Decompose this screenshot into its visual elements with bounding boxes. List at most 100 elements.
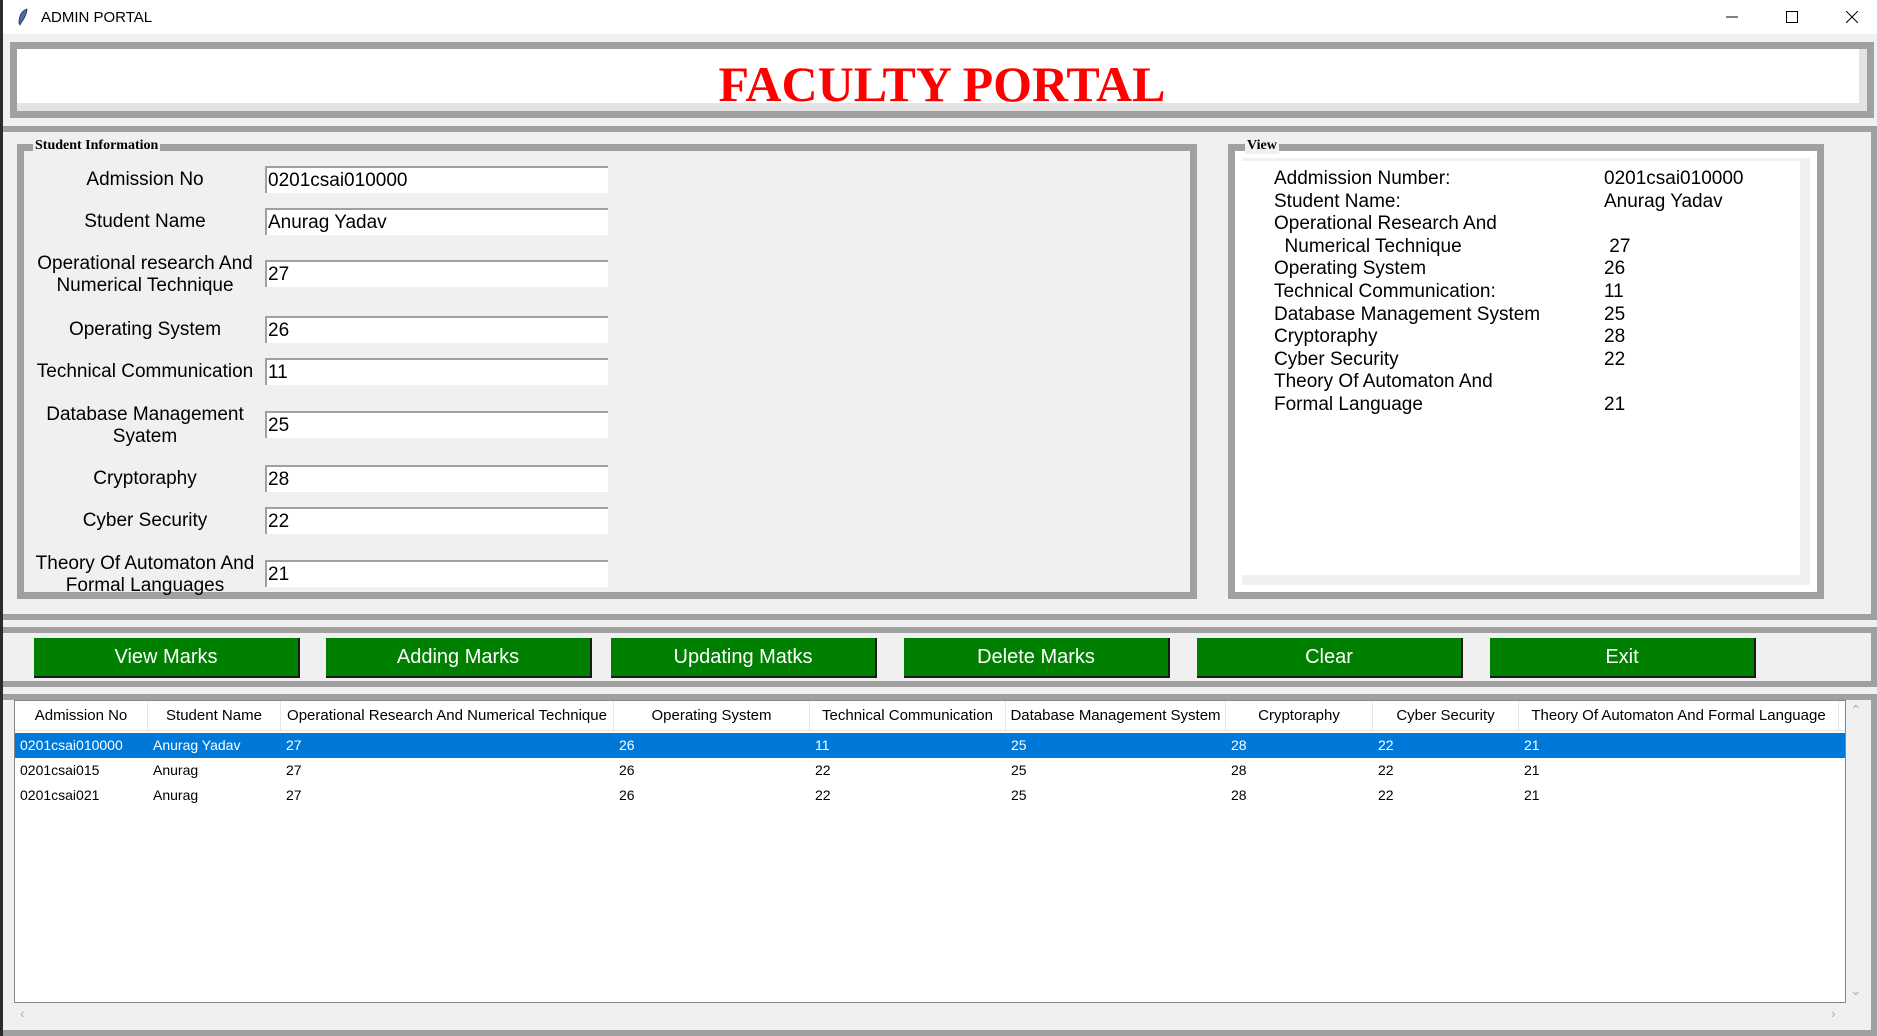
table-cell: 28 bbox=[1231, 787, 1247, 803]
table-cell: 25 bbox=[1011, 787, 1027, 803]
field-input[interactable] bbox=[265, 465, 608, 492]
field-label: Cryptoraphy bbox=[93, 468, 197, 489]
feather-icon bbox=[18, 8, 28, 26]
field-input[interactable] bbox=[265, 358, 608, 385]
view-line-value: 0201csai010000 bbox=[1604, 168, 1744, 189]
table-cell: 28 bbox=[1231, 762, 1247, 778]
marks-table[interactable]: Admission No Student Name Operational Rese… bbox=[14, 700, 1846, 1003]
table-cell: 26 bbox=[619, 787, 635, 803]
adding-marks-button[interactable]: Adding Marks bbox=[326, 638, 592, 678]
field-label: Database Management Syatem bbox=[46, 404, 244, 447]
table-cell: 27 bbox=[286, 737, 302, 753]
table-cell: 22 bbox=[1378, 737, 1394, 753]
view-line-value: 22 bbox=[1604, 348, 1626, 370]
field-label: Operational research And Numerical Techn… bbox=[37, 253, 253, 296]
table-cell: Anurag bbox=[153, 762, 199, 778]
table-header: Admission No Student Name Operational Rese… bbox=[15, 701, 1845, 731]
field-input[interactable] bbox=[265, 208, 608, 235]
title-bar: ADMIN PORTAL bbox=[3, 0, 1877, 34]
table-cell: 21 bbox=[1524, 737, 1540, 753]
table-cell: 26 bbox=[619, 762, 635, 778]
table-cell: 25 bbox=[1011, 762, 1027, 778]
table-row[interactable]: 0201csai015 Anurag 27 26 22 25 28 22 21 bbox=[15, 758, 1845, 783]
table-cell: Anurag Yadav bbox=[153, 737, 241, 753]
updating-marks-button[interactable]: Updating Matks bbox=[611, 638, 877, 678]
view-line-label: Operational Research And bbox=[1274, 213, 1497, 235]
page-title: FACULTY PORTAL bbox=[718, 56, 1166, 112]
column-header[interactable]: Cryptoraphy bbox=[1226, 701, 1373, 731]
table-cell: 11 bbox=[815, 737, 830, 753]
table-cell: 22 bbox=[1378, 762, 1394, 778]
delete-marks-button[interactable]: Delete Marks bbox=[904, 638, 1170, 678]
table-cell: 22 bbox=[1378, 787, 1394, 803]
column-header[interactable]: Cyber Security bbox=[1373, 701, 1519, 731]
view-line-label: Operating System bbox=[1274, 258, 1427, 280]
table-row[interactable]: 0201csai021 Anurag 27 26 22 25 28 22 21 bbox=[15, 783, 1845, 808]
view-line-label: Cryptoraphy bbox=[1274, 326, 1378, 348]
view-label: View bbox=[1245, 138, 1279, 154]
table-cell: 22 bbox=[815, 787, 831, 803]
window-title: ADMIN PORTAL bbox=[41, 9, 153, 26]
view-line-value: 25 bbox=[1604, 303, 1626, 325]
field-label: Admission No bbox=[86, 169, 204, 190]
vertical-scrollbar[interactable]: ⌃ ⌄ bbox=[1846, 700, 1865, 1003]
field-label: Theory Of Automaton And Formal Languages bbox=[35, 553, 255, 596]
scroll-left-icon[interactable]: ‹ bbox=[20, 1005, 25, 1021]
field-label: Operating System bbox=[68, 319, 222, 340]
field-input[interactable] bbox=[265, 411, 608, 438]
view-line-label: Student Name: bbox=[1274, 190, 1401, 212]
table-cell: 28 bbox=[1231, 737, 1247, 753]
view-line-label: Addmission Number: bbox=[1274, 168, 1451, 189]
view-line-label: Database Management System bbox=[1274, 303, 1541, 325]
view-line-value: 26 bbox=[1604, 258, 1626, 280]
minimize-button[interactable] bbox=[1709, 0, 1755, 34]
column-header[interactable]: Admission No bbox=[15, 701, 148, 731]
table-cell: 0201csai015 bbox=[20, 762, 100, 778]
column-header[interactable]: Theory Of Automaton And Formal Language bbox=[1519, 701, 1839, 731]
table-cell: 26 bbox=[619, 737, 635, 753]
field-label: Technical Communication bbox=[36, 361, 254, 382]
maximize-button[interactable] bbox=[1769, 0, 1815, 34]
view-line-label: Cyber Security bbox=[1274, 348, 1399, 370]
column-header[interactable]: Database Management System bbox=[1006, 701, 1226, 731]
table-cell: 27 bbox=[286, 762, 302, 778]
column-header[interactable]: Student Name bbox=[148, 701, 281, 731]
scroll-right-icon[interactable]: › bbox=[1831, 1005, 1836, 1021]
horizontal-scrollbar[interactable]: ‹ › bbox=[14, 1003, 1846, 1024]
table-cell: 25 bbox=[1011, 737, 1027, 753]
view-line-value: 27 bbox=[1604, 235, 1631, 257]
view-line-value: Anurag Yadav bbox=[1604, 190, 1723, 212]
field-input[interactable] bbox=[265, 316, 608, 343]
table-cell: 0201csai021 bbox=[20, 787, 100, 803]
scroll-up-icon[interactable]: ⌃ bbox=[1850, 702, 1862, 719]
view-line-value: 28 bbox=[1604, 326, 1626, 348]
field-label: Cyber Security bbox=[82, 510, 208, 531]
column-header[interactable]: Technical Communication bbox=[810, 701, 1006, 731]
scroll-down-icon[interactable]: ⌄ bbox=[1850, 982, 1862, 999]
field-input[interactable] bbox=[265, 560, 608, 587]
student-information-label: Student Information bbox=[33, 138, 161, 154]
exit-button[interactable]: Exit bbox=[1490, 638, 1756, 678]
column-header[interactable]: Operational Research And Numerical Techn… bbox=[281, 701, 614, 731]
field-input[interactable] bbox=[265, 260, 608, 287]
maximize-icon bbox=[1786, 11, 1798, 23]
table-row[interactable]: 0201csai010000 Anurag Yadav 27 26 11 25 28 22 21 bbox=[15, 733, 1845, 758]
clear-button[interactable]: Clear bbox=[1197, 638, 1463, 678]
table-cell: 21 bbox=[1524, 762, 1540, 778]
minimize-icon bbox=[1726, 16, 1738, 18]
view-line-label: Formal Language bbox=[1274, 394, 1423, 415]
field-input[interactable] bbox=[265, 507, 608, 534]
view-line-label: Theory Of Automaton And bbox=[1274, 371, 1493, 393]
view-marks-button[interactable]: View Marks bbox=[34, 638, 300, 678]
view-line-value: 11 bbox=[1604, 281, 1624, 302]
view-line-label: Technical Communication: bbox=[1274, 281, 1496, 302]
view-line-value: 21 bbox=[1604, 394, 1626, 415]
field-label: Student Name bbox=[84, 211, 206, 232]
close-button[interactable] bbox=[1829, 0, 1875, 34]
view-line-label: Numerical Technique bbox=[1274, 235, 1462, 257]
close-icon bbox=[1846, 11, 1858, 23]
table-cell: Anurag bbox=[153, 787, 199, 803]
field-input[interactable] bbox=[265, 166, 608, 193]
header-frame: FACULTY PORTAL bbox=[10, 42, 1874, 118]
column-header[interactable]: Operating System bbox=[614, 701, 810, 731]
